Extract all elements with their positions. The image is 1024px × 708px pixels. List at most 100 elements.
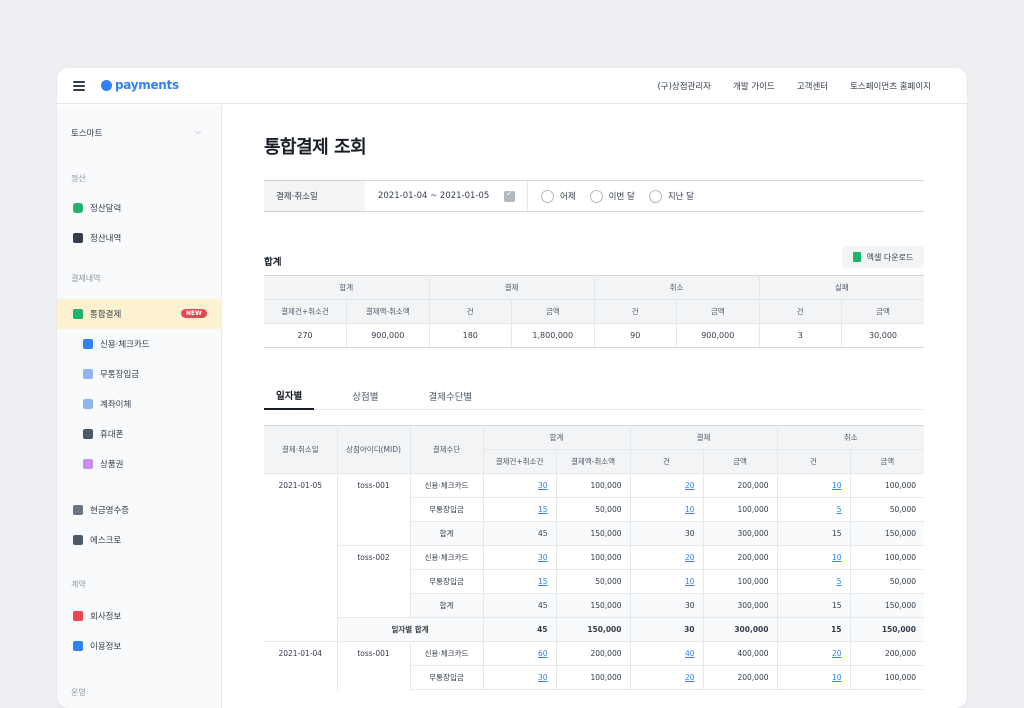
sidebar-item-label: 상품권 <box>100 460 124 470</box>
sidebar-item-unified-payments[interactable]: 통합결제 NEW <box>57 299 222 329</box>
sidebar-item-settle-calendar[interactable]: 정산달력 <box>57 193 222 223</box>
summary-table: 합계 결제 취소 실패 결제건+취소건 결제액-취소액 건 금액 건 금액 건 금액 270 9… <box>264 275 924 348</box>
main-content: 통합결제 조회 결제·취소일 2021-01-04 ~ 2021-01-05 어… <box>223 105 967 708</box>
table-cell: 15 <box>776 593 851 618</box>
building-icon <box>73 611 83 621</box>
method-cell: 무통장입금 <box>410 569 484 594</box>
table-cell: 200,000 <box>849 641 924 666</box>
payment-icon <box>73 309 83 319</box>
logo[interactable]: payments <box>101 78 179 92</box>
sidebar-item-label: 통합결제 <box>90 310 122 320</box>
sidebar-item-transfer[interactable]: 계좌이체 <box>57 389 222 419</box>
filter-label: 결제·취소일 <box>264 181 365 211</box>
sidebar-item-company[interactable]: 회사정보 <box>57 601 222 631</box>
sidebar-item-usage[interactable]: 이용정보 <box>57 631 222 661</box>
radio-last-month[interactable]: 지난 달 <box>648 189 694 203</box>
table-cell: 15 <box>776 617 851 642</box>
tab-by-date[interactable]: 일자별 <box>264 381 315 410</box>
count-link[interactable]: 20 <box>629 473 704 498</box>
count-link[interactable]: 5 <box>776 569 851 594</box>
tab-by-method[interactable]: 결제수단별 <box>416 381 484 410</box>
count-link[interactable]: 10 <box>776 545 851 570</box>
top-nav: (구)상점관리자 개발 가이드 고객센터 토스페이먼츠 홈페이지 <box>657 80 931 92</box>
sidebar-item-label: 무통장입금 <box>100 370 140 380</box>
count-link[interactable]: 30 <box>482 545 557 570</box>
count-link[interactable]: 15 <box>482 569 557 594</box>
radio-circle-icon <box>648 189 662 203</box>
col-cancel: 취소 <box>776 425 924 450</box>
table-cell: 100,000 <box>702 497 778 522</box>
table-cell: 150,000 <box>555 593 631 618</box>
col-total-count: 결제건+취소건 <box>483 449 557 474</box>
col-date: 결제·취소일 <box>264 425 338 474</box>
sidebar-item-escrow[interactable]: 에스크로 <box>57 525 222 555</box>
count-link[interactable]: 10 <box>776 665 851 690</box>
excel-download-button[interactable]: 엑셀 다운로드 <box>842 246 924 268</box>
count-link[interactable]: 30 <box>482 665 557 690</box>
count-link[interactable]: 15 <box>482 497 557 522</box>
method-cell: 무통장입금 <box>410 497 484 522</box>
sidebar-item-bank-deposit[interactable]: 무통장입금 <box>57 359 222 389</box>
method-cell: 무통장입금 <box>410 665 484 690</box>
table-cell: 50,000 <box>849 569 924 594</box>
table-cell: 100,000 <box>555 665 631 690</box>
card-icon <box>83 339 93 349</box>
radio-yesterday[interactable]: 어제 <box>541 189 576 203</box>
count-link[interactable]: 40 <box>629 641 704 666</box>
summary-subheader: 금액 <box>841 299 924 324</box>
summary-header-pay: 결제 <box>428 275 595 300</box>
table-row: 일자별 합계 45 150,000 30 300,000 15 150,000 <box>264 617 924 642</box>
radio-this-month[interactable]: 이번 달 <box>589 189 635 203</box>
count-link[interactable]: 10 <box>629 569 704 594</box>
new-badge: NEW <box>181 309 207 318</box>
count-link[interactable]: 60 <box>482 641 557 666</box>
sidebar-item-settle-history[interactable]: 정산내역 <box>57 223 222 253</box>
table-cell: 15 <box>776 521 851 546</box>
col-method: 결제수단 <box>409 425 484 474</box>
count-link[interactable]: 5 <box>776 497 851 522</box>
count-link[interactable]: 30 <box>482 473 557 498</box>
table-cell: 100,000 <box>702 569 778 594</box>
calendar-check-icon[interactable] <box>504 189 515 202</box>
date-range-input[interactable]: 2021-01-04 ~ 2021-01-05 <box>378 191 504 201</box>
radio-label: 어제 <box>560 192 576 202</box>
table-row: 2021-01-05 toss-001 신용·체크카드 30 100,000 20 200,… <box>264 473 924 642</box>
table-cell: 400,000 <box>702 641 778 666</box>
sidebar-item-phone[interactable]: 휴대폰 <box>57 419 222 449</box>
summary-subheader: 결제건+취소건 <box>264 299 347 324</box>
sidebar: 토스마트 ⌵ 정산 정산달력 정산내역 결제내역 통합결제 NEW 신용·체크카드… <box>57 105 222 708</box>
summary-subheader: 결제액-취소액 <box>346 299 430 324</box>
method-cell: 합계 <box>410 521 484 546</box>
table-cell: 30 <box>629 593 704 618</box>
chevron-down-icon[interactable]: ⌵ <box>195 127 201 137</box>
radio-circle-icon <box>541 189 554 203</box>
sidebar-item-cash-receipt[interactable]: 현금영수증 <box>57 495 222 525</box>
sidebar-item-card[interactable]: 신용·체크카드 <box>57 329 222 359</box>
calendar-icon <box>73 203 83 213</box>
count-link[interactable]: 20 <box>629 665 704 690</box>
mid-cell: toss-001 <box>336 641 411 690</box>
col-pay: 결제 <box>629 425 778 450</box>
nav-homepage[interactable]: 토스페이먼츠 홈페이지 <box>850 80 931 92</box>
menu-icon[interactable] <box>73 81 85 91</box>
tab-by-store[interactable]: 상점별 <box>340 381 390 410</box>
nav-legacy-admin[interactable]: (구)상점관리자 <box>657 80 711 92</box>
store-selector[interactable]: 토스마트 <box>71 127 102 139</box>
method-cell: 신용·체크카드 <box>409 473 484 498</box>
table-cell: 200,000 <box>702 545 778 570</box>
sidebar-item-label: 현금영수증 <box>90 506 130 516</box>
count-link[interactable]: 10 <box>629 497 704 522</box>
summary-subheader: 건 <box>593 299 677 324</box>
sidebar-item-voucher[interactable]: 상품권 <box>57 449 222 479</box>
table-cell: 300,000 <box>702 593 778 618</box>
nav-dev-guide[interactable]: 개발 가이드 <box>733 80 775 92</box>
nav-support[interactable]: 고객센터 <box>797 80 828 92</box>
table-cell: 100,000 <box>849 473 924 498</box>
voucher-icon <box>83 459 93 469</box>
count-link[interactable]: 20 <box>776 641 851 666</box>
method-cell: 신용·체크카드 <box>409 545 484 570</box>
count-link[interactable]: 10 <box>776 473 851 498</box>
col-cancel-amount: 금액 <box>849 449 924 474</box>
table-cell: 150,000 <box>555 617 631 642</box>
count-link[interactable]: 20 <box>629 545 704 570</box>
